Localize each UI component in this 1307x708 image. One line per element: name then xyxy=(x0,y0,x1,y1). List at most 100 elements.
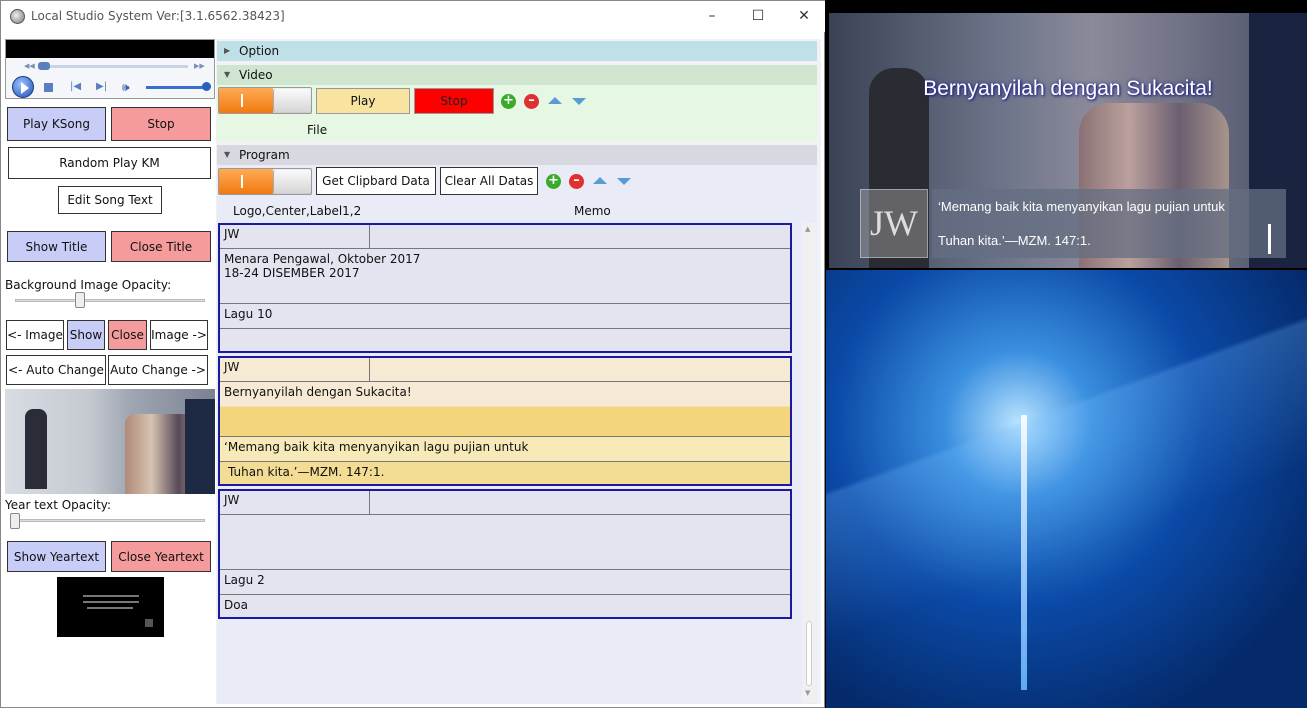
next-image-button[interactable]: Image -> xyxy=(150,320,208,350)
program-toggle-switch[interactable] xyxy=(218,168,312,195)
show-yeartext-button[interactable]: Show Yeartext xyxy=(7,541,106,572)
remove-icon[interactable]: – xyxy=(569,174,584,189)
label2-row[interactable]: Doa xyxy=(220,595,790,617)
logo-cell[interactable]: JW xyxy=(220,358,370,381)
show-title-button[interactable]: Show Title xyxy=(7,231,106,262)
app-window: Local Studio System Ver:[3.1.6562.38423]… xyxy=(0,0,825,708)
section-option-label: Option xyxy=(239,44,280,58)
move-down-icon[interactable] xyxy=(572,98,586,105)
volume-slider[interactable] xyxy=(146,86,208,89)
preview-text-box: ‘Memang baik kita menyanyikan lagu pujia… xyxy=(932,189,1286,258)
video-play-button[interactable]: Play xyxy=(316,88,410,114)
label1-row[interactable]: Lagu 10 xyxy=(220,304,790,329)
seek-bar[interactable] xyxy=(38,65,188,68)
yeartext-preview xyxy=(57,577,164,637)
title-bar: Local Studio System Ver:[3.1.6562.38423]… xyxy=(1,1,825,32)
random-play-button[interactable]: Random Play KM xyxy=(8,147,211,179)
maximize-icon[interactable]: ☐ xyxy=(735,1,781,32)
label1-text: ‘Memang baik kita menyanyikan lagu pujia… xyxy=(224,440,529,454)
label2-text: Doa xyxy=(224,598,248,612)
collapse-triangle-icon: ▼ xyxy=(224,70,231,79)
output-preview: Bernyanyilah dengan Sukacita! JW ‘Memang… xyxy=(829,13,1307,268)
video-file-label: File xyxy=(307,123,328,137)
logo-cell[interactable]: JW xyxy=(220,491,370,514)
bg-opacity-thumb[interactable] xyxy=(75,292,85,308)
play-ksong-button[interactable]: Play KSong xyxy=(7,107,106,141)
show-image-button[interactable]: Show xyxy=(67,320,105,350)
label1-row[interactable]: ‘Memang baik kita menyanyikan lagu pujia… xyxy=(220,437,790,462)
add-icon[interactable]: + xyxy=(546,174,561,189)
year-opacity-label: Year text Opacity: xyxy=(5,498,112,512)
close-image-button[interactable]: Close xyxy=(108,320,147,350)
text-cursor xyxy=(1268,224,1271,254)
close-icon[interactable]: ✕ xyxy=(781,1,827,32)
move-down-icon[interactable] xyxy=(617,178,631,185)
program-item-header-row: JW xyxy=(220,358,790,382)
get-clipboard-button[interactable]: Get Clipbard Data xyxy=(316,167,436,195)
collapse-triangle-icon: ▼ xyxy=(224,150,231,159)
center-text-row[interactable]: Menara Pengawal, Oktober 2017 18-24 DISE… xyxy=(220,249,790,304)
scroll-down-icon[interactable]: ▼ xyxy=(805,689,810,697)
edit-song-text-button[interactable]: Edit Song Text xyxy=(58,186,162,214)
prev-image-button[interactable]: <- Image xyxy=(6,320,64,350)
video-section-body: Play Stop + – File xyxy=(217,85,817,141)
scroll-up-icon[interactable]: ▲ xyxy=(805,225,810,233)
remove-icon[interactable]: – xyxy=(524,94,539,109)
section-option-header[interactable]: ▶ Option xyxy=(217,41,817,61)
main-panel: ▶ Option ▼ Video Play Stop + – File ▼ Pr… xyxy=(216,39,821,704)
year-opacity-slider[interactable] xyxy=(15,519,205,522)
background-image-thumbnail[interactable] xyxy=(5,389,215,494)
next-icon[interactable]: ▶| xyxy=(96,81,107,92)
year-opacity-thumb[interactable] xyxy=(10,513,20,529)
move-up-icon[interactable] xyxy=(593,177,607,184)
preview-line-2: Tuhan kita.’—MZM. 147:1. xyxy=(938,233,1091,248)
close-yeartext-button[interactable]: Close Yeartext xyxy=(111,541,211,572)
video-surface xyxy=(6,40,214,58)
program-item-selected[interactable]: JW Bernyanyilah dengan Sukacita! ‘Memang… xyxy=(218,356,792,486)
auto-change-back-button[interactable]: <- Auto Change xyxy=(6,355,106,385)
previous-icon[interactable]: |◀ xyxy=(70,81,81,92)
section-video-label: Video xyxy=(239,68,273,82)
play-icon[interactable] xyxy=(12,76,34,98)
window-edge-highlight xyxy=(1021,415,1027,690)
section-video-header[interactable]: ▼ Video xyxy=(217,65,817,85)
program-item[interactable]: JW Lagu 2 Doa xyxy=(218,489,792,619)
minimize-icon[interactable]: – xyxy=(689,1,735,32)
label1-text: Lagu 2 xyxy=(224,573,265,587)
program-scrollbar[interactable]: ▲ ▼ xyxy=(802,223,816,703)
volume-thumb[interactable] xyxy=(202,82,211,91)
video-stop-button[interactable]: Stop xyxy=(414,88,494,114)
volume-icon[interactable]: 🕪 xyxy=(122,80,130,95)
app-icon xyxy=(10,9,25,24)
program-item-header-row: JW xyxy=(220,491,790,515)
left-panel: ◀◀ ▶▶ |◀ ▶| 🕪 Play KSong Stop Random Pla… xyxy=(5,39,215,704)
label1-row[interactable]: Lagu 2 xyxy=(220,570,790,595)
auto-change-forward-button[interactable]: Auto Change -> xyxy=(108,355,208,385)
desktop-area: Bernyanyilah dengan Sukacita! JW ‘Memang… xyxy=(826,0,1307,708)
rewind-icon[interactable]: ◀◀ xyxy=(24,62,35,70)
clear-all-button[interactable]: Clear All Datas xyxy=(440,167,538,195)
jw-logo: JW xyxy=(860,189,928,258)
bg-opacity-slider[interactable] xyxy=(15,299,205,302)
center-text-line-2: 18-24 DISEMBER 2017 xyxy=(224,266,360,280)
add-icon[interactable]: + xyxy=(501,94,516,109)
move-up-icon[interactable] xyxy=(548,97,562,104)
center-text-row[interactable] xyxy=(220,515,790,570)
stop-icon[interactable] xyxy=(44,83,53,92)
logo-cell[interactable]: JW xyxy=(220,225,370,248)
scrollbar-thumb[interactable] xyxy=(806,621,812,686)
light-beam xyxy=(826,280,1307,708)
program-section-body: Get Clipbard Data Clear All Datas + – Lo… xyxy=(217,165,817,704)
stop-button[interactable]: Stop xyxy=(111,107,211,141)
label2-row[interactable] xyxy=(220,329,790,351)
label2-row[interactable]: Tuhan kita.’—MZM. 147:1. xyxy=(220,462,790,484)
section-program-header[interactable]: ▼ Program xyxy=(217,145,817,165)
program-item[interactable]: JW Menara Pengawal, Oktober 2017 18-24 D… xyxy=(218,223,792,353)
seek-thumb[interactable] xyxy=(38,62,50,70)
center-text-line: Menara Pengawal, Oktober 2017 xyxy=(224,252,421,266)
fast-forward-icon[interactable]: ▶▶ xyxy=(194,62,205,70)
center-text-row[interactable]: Bernyanyilah dengan Sukacita! xyxy=(220,382,790,437)
close-title-button[interactable]: Close Title xyxy=(111,231,211,262)
preview-line-1: ‘Memang baik kita menyanyikan lagu pujia… xyxy=(938,199,1225,214)
video-toggle-switch[interactable] xyxy=(218,87,312,114)
